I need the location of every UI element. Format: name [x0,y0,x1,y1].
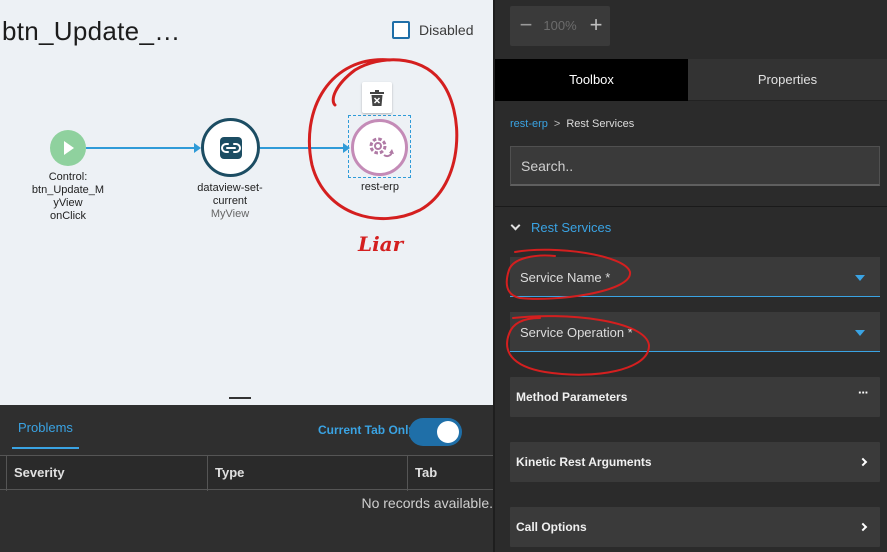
start-node-caption-line: yView [53,197,83,209]
current-tab-only-label: Current Tab Only [318,423,416,437]
page-title: btn_Update_… [2,16,181,46]
section-rest-services-toggle[interactable]: Rest Services [510,220,612,235]
start-node[interactable] [50,130,86,166]
panel-splitter[interactable] [0,392,495,405]
dataview-node-caption: dataview-set- current MyView [185,182,275,221]
start-node-caption: Control: btn_Update_M yView onClick [23,171,113,223]
breadcrumb-current: Rest Services [566,118,635,130]
method-parameters-group[interactable]: Method Parameters ··· [510,377,880,417]
kinetic-rest-arguments-label: Kinetic Rest Arguments [516,455,652,469]
delete-node-button[interactable] [362,82,392,113]
start-node-caption-line: onClick [49,210,87,222]
disabled-checkbox[interactable] [392,21,410,39]
column-header-type[interactable]: Type [207,456,407,491]
service-name-label: Service Name * [520,270,611,285]
zoom-level: 100% [543,18,577,33]
tab-toolbox[interactable]: Toolbox [495,59,688,101]
annotation-liar-text: Liar [358,232,404,256]
panel-tabs: Toolbox Properties [495,59,887,101]
dataview-node-caption-line: dataview-set- [197,182,263,194]
current-tab-only-toggle[interactable] [409,418,462,446]
rest-erp-node-caption: rest-erp [361,181,399,193]
section-title: Rest Services [531,220,612,235]
breadcrumb-separator: > [553,118,561,130]
empty-grid-message: No records available. [361,495,493,511]
dataview-node[interactable] [201,118,260,177]
service-name-select[interactable]: Service Name * [510,257,880,297]
zoom-in-button[interactable]: + [586,12,606,40]
chevron-down-icon [510,220,521,231]
connector-arrow-icon [194,143,201,153]
workflow-canvas[interactable]: btn_Update_… Disabled Control: btn_Updat… [0,0,495,392]
connector-dataview-rest[interactable] [260,147,344,149]
method-parameters-label: Method Parameters [516,390,628,404]
search-input[interactable]: Search.. [510,146,880,186]
kinetic-rest-arguments-group[interactable]: Kinetic Rest Arguments [510,442,880,482]
toggle-knob [437,421,459,443]
dataview-node-subcaption: MyView [210,208,250,220]
play-icon [64,141,74,155]
start-node-caption-line: Control: [48,171,88,183]
column-header-tab[interactable]: Tab [407,456,495,491]
dataview-node-caption-line: current [212,195,248,207]
zoom-control: − 100% + [510,6,610,46]
chevron-right-icon [858,457,868,467]
gear-sync-icon [369,137,394,157]
tab-problems[interactable]: Problems [12,405,79,449]
caret-down-icon [855,275,865,281]
rest-erp-node[interactable] [351,119,408,176]
call-options-group[interactable]: Call Options [510,507,880,547]
breadcrumb: rest-erp > Rest Services [510,118,634,130]
column-header-severity[interactable]: Severity [6,456,207,491]
problems-panel: Problems Current Tab Only Severity Type … [0,405,495,552]
zoom-out-button[interactable]: − [516,12,536,40]
disabled-toggle[interactable]: Disabled [392,21,473,39]
service-operation-label: Service Operation * [520,325,633,340]
problems-grid-header: Severity Type Tab [0,455,495,491]
start-node-caption-line: btn_Update_M [31,184,105,196]
call-options-label: Call Options [516,520,587,534]
link-icon [219,136,242,159]
disabled-label: Disabled [419,22,474,38]
more-icon[interactable]: ··· [858,385,869,400]
properties-panel: − 100% + Toolbox Properties rest-erp > Res… [495,0,887,552]
section-divider [495,206,887,207]
trash-icon [370,89,384,106]
splitter-handle[interactable] [229,397,251,399]
caret-down-icon [855,330,865,336]
connector-start-dataview[interactable] [86,147,196,149]
tab-properties[interactable]: Properties [688,59,887,101]
chevron-right-icon [858,522,868,532]
service-operation-select[interactable]: Service Operation * [510,312,880,352]
breadcrumb-root-link[interactable]: rest-erp [510,118,548,130]
